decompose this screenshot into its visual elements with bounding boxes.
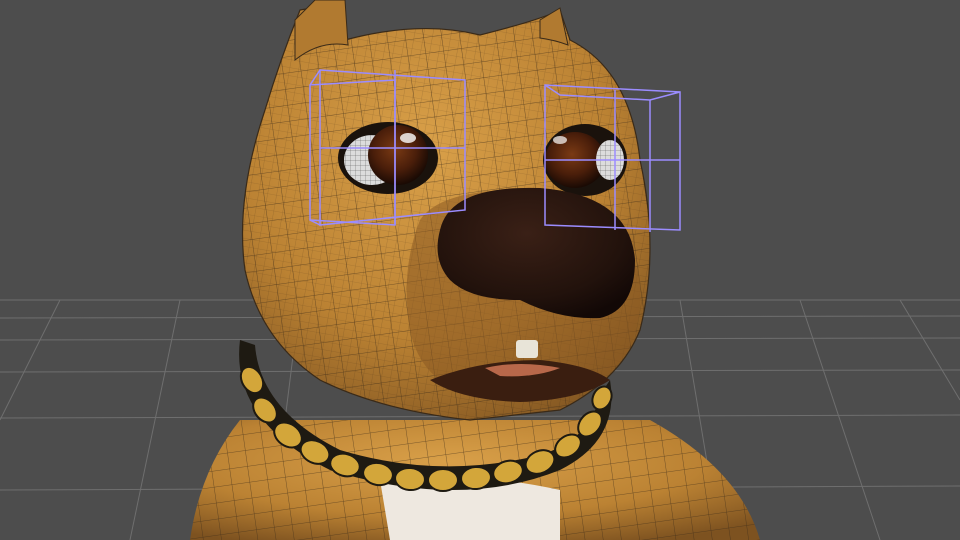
tooth xyxy=(516,340,538,358)
3d-viewport[interactable] xyxy=(0,0,960,540)
left-eye xyxy=(338,122,438,194)
